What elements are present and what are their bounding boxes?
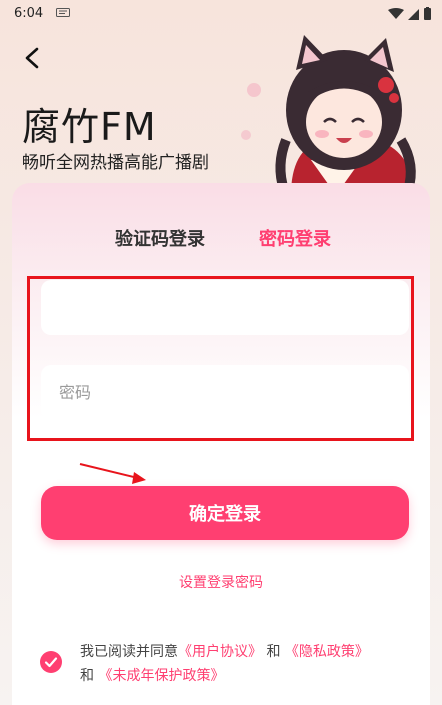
agreement-and-2: 和	[80, 668, 94, 684]
battery-icon	[424, 8, 431, 20]
checkmark-icon	[44, 657, 58, 668]
tab-password-login[interactable]: 密码登录	[259, 225, 331, 251]
app-title: 腐竹FM	[22, 105, 157, 149]
password-input[interactable]	[41, 365, 409, 420]
agreement-text: 我已阅读并同意《用户协议》 和 《隐私政策》 和 《未成年保护政策》	[80, 640, 420, 688]
status-time: 6:04	[14, 6, 44, 21]
account-input[interactable]	[41, 280, 409, 335]
wifi-icon	[388, 8, 404, 19]
confirm-login-button[interactable]: 确定登录	[41, 486, 409, 540]
app-subtitle: 畅听全网热播高能广播剧	[22, 153, 209, 173]
signal-battery-icons	[388, 7, 431, 20]
mascot-illustration	[241, 35, 416, 195]
back-arrow-icon[interactable]	[16, 42, 48, 74]
minor-protection-policy-link[interactable]: 《未成年保护政策》	[98, 668, 224, 684]
privacy-policy-link[interactable]: 《隐私政策》	[285, 644, 369, 660]
agreement-and-1: 和	[266, 644, 281, 660]
cell-signal-icon	[408, 9, 419, 20]
login-card	[12, 183, 430, 705]
message-notification-icon	[56, 8, 70, 17]
user-agreement-link[interactable]: 《用户协议》	[178, 644, 262, 660]
agreement-checkbox[interactable]	[40, 651, 62, 673]
agreement-prefix: 我已阅读并同意	[80, 644, 178, 660]
status-bar: 6:04	[0, 0, 442, 28]
set-login-password-link[interactable]: 设置登录密码	[0, 572, 442, 592]
tab-sms-login[interactable]: 验证码登录	[115, 225, 205, 251]
